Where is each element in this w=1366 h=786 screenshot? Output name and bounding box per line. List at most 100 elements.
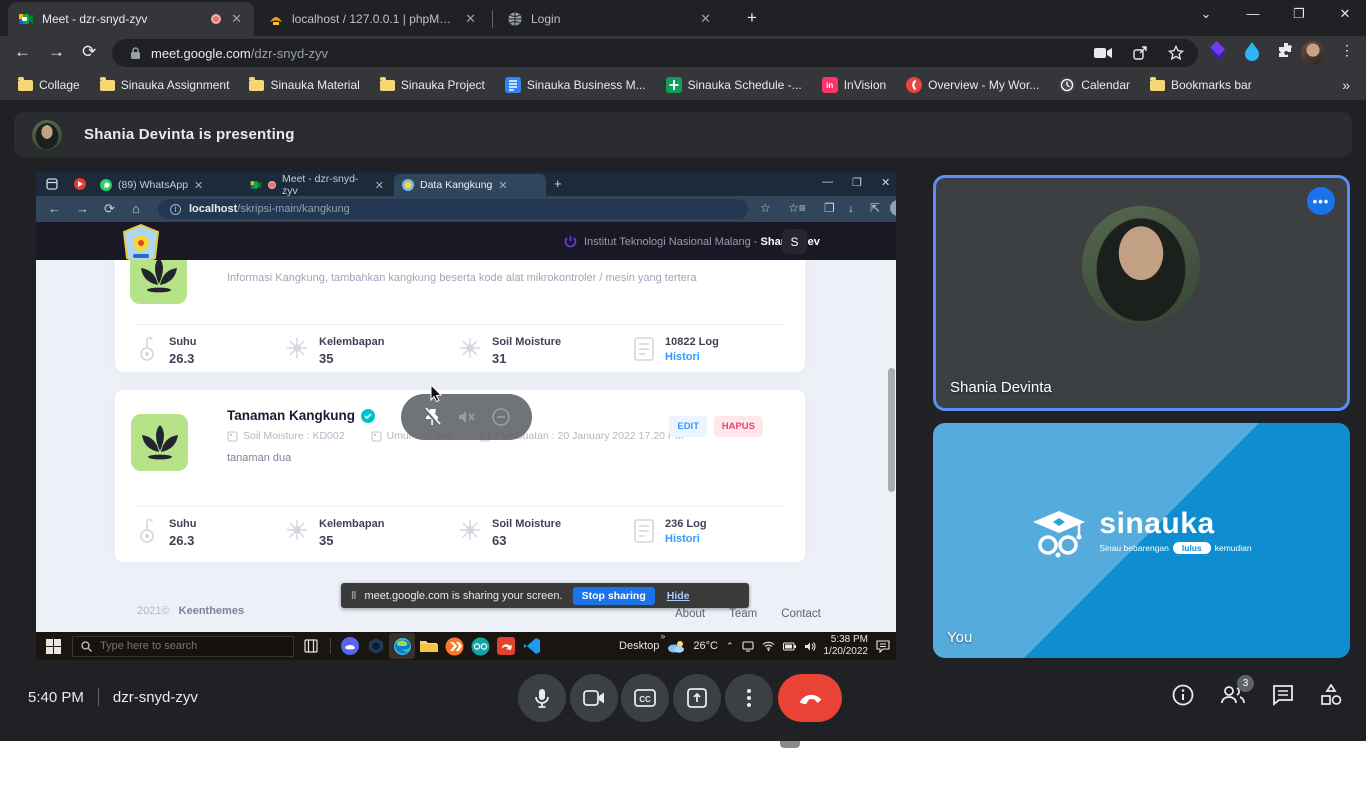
temperature-label[interactable]: 26°C [693, 640, 718, 652]
hidden-icons-chevron[interactable]: ⌃ [726, 641, 734, 652]
delete-button[interactable]: HAPUS [714, 416, 763, 434]
profile-avatar[interactable] [1301, 41, 1325, 65]
edge-new-tab-icon[interactable]: + [554, 176, 562, 191]
tab-close-icon[interactable]: ✕ [229, 11, 244, 27]
extensions-puzzle-icon[interactable] [1277, 41, 1295, 59]
battery-icon[interactable] [783, 642, 796, 651]
unpin-icon[interactable] [422, 407, 442, 427]
captions-button[interactable]: CC [621, 674, 669, 722]
tab-login[interactable]: Login ✕ [497, 2, 723, 36]
youtube-pinned-icon[interactable] [74, 178, 86, 190]
tab-close-icon[interactable]: ✕ [498, 179, 507, 192]
wifi-icon[interactable] [762, 641, 775, 651]
bookmark-sinauka-assignment[interactable]: Sinauka Assignment [92, 75, 238, 95]
window-close-icon[interactable]: ✕ [1335, 6, 1355, 22]
favorites-star-icon[interactable]: ☆ [760, 201, 771, 215]
collections-icon[interactable]: ☆≡ [788, 201, 806, 215]
info-icon[interactable] [1172, 684, 1194, 706]
chat-icon[interactable] [1272, 684, 1294, 706]
present-button[interactable] [673, 674, 721, 722]
edge-close-icon[interactable]: ✕ [881, 176, 890, 189]
people-button[interactable]: 3 [1220, 685, 1246, 705]
tab-close-icon[interactable]: ✕ [375, 179, 384, 192]
bookmark-sinauka-business[interactable]: Sinauka Business M... [497, 74, 654, 96]
edge-tab-data-kangkung[interactable]: Data Kangkung ✕ [394, 174, 546, 196]
hide-link[interactable]: Hide [667, 590, 690, 602]
drag-handle-icon[interactable]: ‖ [351, 590, 356, 602]
bookmark-star-icon[interactable] [1168, 45, 1184, 61]
taskbar-search[interactable] [72, 636, 294, 657]
edge-tab-meet[interactable]: Meet - dzr-snyd-zyv ✕ [242, 174, 392, 196]
edit-button[interactable]: EDIT [669, 416, 707, 434]
start-button[interactable] [40, 633, 66, 659]
extension-purple-icon[interactable] [1208, 41, 1228, 61]
volume-icon[interactable] [804, 641, 816, 652]
edge-share-icon[interactable]: ⇱ [870, 201, 880, 215]
vscode-icon[interactable] [519, 633, 545, 659]
audio-muted-icon[interactable] [456, 407, 476, 427]
user-avatar-letter[interactable]: S [782, 229, 807, 254]
footer-link-about[interactable]: About [675, 608, 705, 620]
edge-restore-icon[interactable]: ❐ [852, 176, 862, 189]
bookmark-invision[interactable]: inInVision [814, 74, 894, 96]
bookmark-sinauka-material[interactable]: Sinauka Material [241, 75, 367, 95]
end-call-button[interactable] [778, 674, 842, 722]
edge-tab-whatsapp[interactable]: (89) WhatsApp ✕ [92, 174, 240, 196]
tab-close-icon[interactable]: ✕ [194, 179, 203, 192]
histori-link[interactable]: Histori [665, 533, 707, 545]
bookmark-bookmarks-bar[interactable]: Bookmarks bar [1142, 75, 1260, 95]
more-options-button[interactable] [725, 674, 773, 722]
bookmark-calendar[interactable]: Calendar [1051, 74, 1138, 96]
participant-tile-shania[interactable]: ••• Shania Devinta [933, 175, 1350, 411]
tab-meet[interactable]: Meet - dzr-snyd-zyv ✕ [8, 2, 254, 36]
footer-brand[interactable]: Keenthemes [179, 605, 244, 617]
mic-button[interactable] [518, 674, 566, 722]
edge-taskbar-icon[interactable] [389, 633, 415, 659]
forward-icon[interactable]: → [48, 42, 65, 62]
activities-icon[interactable] [1320, 684, 1342, 706]
histori-link[interactable]: Histori [665, 351, 719, 363]
camera-in-use-icon[interactable] [1094, 47, 1112, 59]
back-icon[interactable]: ← [14, 42, 31, 62]
tab-phpmyadmin[interactable]: localhost / 127.0.0.1 | phpMyAdm ✕ [258, 2, 488, 36]
scrollbar-thumb[interactable] [888, 368, 895, 492]
edge-home-icon[interactable]: ⌂ [132, 201, 140, 216]
bookmark-collage[interactable]: Collage [10, 75, 88, 95]
tab-close-icon[interactable]: ✕ [698, 11, 713, 27]
edge-address-bar[interactable]: i localhost/skripsi-main/kangkung [158, 199, 748, 219]
kebab-menu-icon[interactable]: ⋮ [1340, 42, 1354, 59]
tab-close-icon[interactable]: ✕ [463, 11, 478, 27]
pc-status-icon[interactable] [742, 641, 754, 652]
arduino-icon[interactable] [467, 633, 493, 659]
action-center-icon[interactable] [876, 640, 890, 653]
desktop-toolbar[interactable]: »Desktop [619, 640, 659, 652]
reload-icon[interactable]: ⟳ [82, 42, 96, 62]
xampp-icon[interactable] [441, 633, 467, 659]
downloads-icon[interactable]: ↓ [848, 201, 854, 215]
unity-icon[interactable] [363, 633, 389, 659]
workspaces-icon[interactable]: ❐ [824, 201, 835, 215]
address-bar[interactable]: meet.google.com/dzr-snyd-zyv [112, 39, 1198, 67]
new-tab-button[interactable]: + [742, 8, 762, 28]
camera-button[interactable] [570, 674, 618, 722]
edge-minimize-icon[interactable]: — [822, 176, 833, 188]
footer-link-team[interactable]: Team [729, 608, 757, 620]
bookmarks-overflow-icon[interactable]: » [1342, 77, 1350, 93]
power-icon[interactable] [564, 235, 577, 248]
extension-drop-icon[interactable] [1243, 41, 1261, 61]
window-restore-icon[interactable]: ❐ [1289, 6, 1309, 22]
edge-reload-icon[interactable]: ⟳ [104, 201, 115, 217]
remove-icon[interactable] [491, 407, 511, 427]
task-view-icon[interactable] [298, 633, 324, 659]
edge-back-icon[interactable]: ← [48, 201, 61, 216]
bookmark-overview[interactable]: Overview - My Wor... [898, 74, 1047, 96]
participant-tile-you[interactable]: sinauka Sinau bebarengan lulus kemudian … [933, 423, 1350, 658]
file-explorer-icon[interactable] [415, 633, 441, 659]
window-minimize-icon[interactable]: — [1243, 6, 1263, 21]
page-info-icon[interactable]: i [170, 204, 181, 215]
desktop-overflow-icon[interactable]: » [660, 631, 665, 641]
window-chevron-icon[interactable]: ⌄ [1196, 6, 1216, 22]
bookmark-sinauka-project[interactable]: Sinauka Project [372, 75, 493, 95]
search-input[interactable] [100, 640, 270, 652]
red-app-icon[interactable] [493, 633, 519, 659]
